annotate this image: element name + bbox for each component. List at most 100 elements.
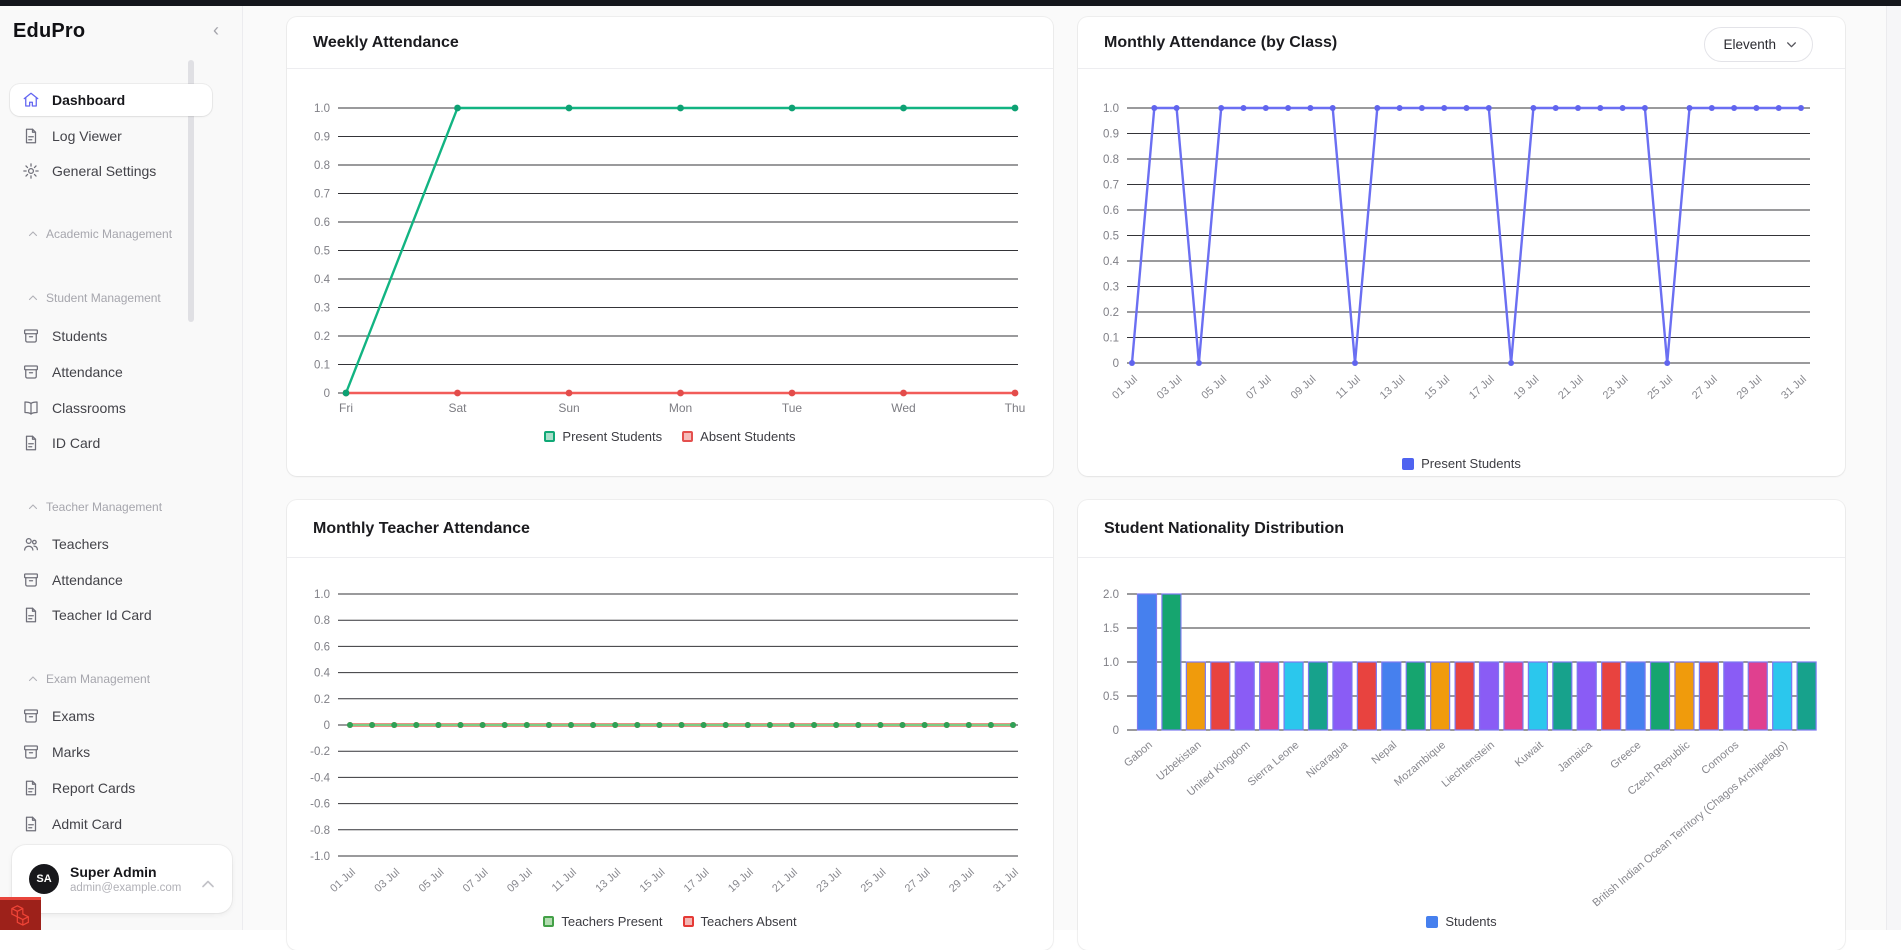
gear-icon — [22, 162, 40, 180]
sidebar-item-attendance[interactable]: Attendance — [10, 356, 212, 388]
sidebar-item-teacher-id-card[interactable]: Teacher Id Card — [10, 599, 212, 631]
svg-text:11 Jul: 11 Jul — [550, 866, 579, 894]
svg-text:0: 0 — [1113, 358, 1119, 370]
window-scrollbar[interactable] — [1886, 6, 1901, 930]
sidebar-section-label: Exam Management — [46, 672, 151, 686]
weekly-attendance-chart: 1.0 0.9 0.8 0.7 0.6 0.5 0.4 0.3 0.2 0.1 0 Fri Sat Sun… — [287, 69, 1053, 476]
svg-text:-1.0: -1.0 — [310, 851, 330, 863]
svg-text:25 Jul: 25 Jul — [859, 866, 889, 895]
svg-text:27 Jul: 27 Jul — [1690, 373, 1720, 402]
svg-text:0.5: 0.5 — [314, 246, 330, 258]
svg-text:0.3: 0.3 — [1103, 282, 1119, 294]
legend-swatch — [1426, 915, 1439, 928]
legend-item[interactable]: Teachers Present — [543, 914, 663, 929]
sidebar-section-teacher-management[interactable]: Teacher Management — [27, 498, 162, 516]
document-icon — [22, 127, 40, 145]
laravel-debugbar-button[interactable] — [0, 897, 41, 930]
svg-text:Kuwait: Kuwait — [1513, 739, 1546, 769]
sidebar-item-exams[interactable]: Exams — [10, 700, 212, 732]
avatar: SA — [29, 864, 59, 894]
svg-text:0: 0 — [1113, 725, 1119, 737]
svg-text:21 Jul: 21 Jul — [1556, 373, 1586, 402]
weekly-attendance-card: Weekly Attendance 1.0 0.9 0.8 0.7 0.6 0.5 0.4 0… — [287, 17, 1053, 476]
svg-text:0.2: 0.2 — [314, 331, 330, 343]
sidebar-section-exam-management[interactable]: Exam Management — [27, 670, 150, 688]
svg-text:0.9: 0.9 — [314, 132, 330, 144]
sidebar-item-label: Students — [52, 328, 108, 344]
svg-text:1.0: 1.0 — [1103, 657, 1119, 669]
svg-text:0.2: 0.2 — [1103, 307, 1119, 319]
svg-text:-0.2: -0.2 — [310, 746, 330, 758]
class-filter-dropdown[interactable]: Eleventh — [1704, 27, 1813, 62]
svg-text:0.7: 0.7 — [314, 189, 330, 201]
sidebar-collapse-icon[interactable]: ‹ — [205, 20, 227, 42]
svg-text:-0.8: -0.8 — [310, 825, 330, 837]
sidebar-item-label: Log Viewer — [52, 128, 122, 144]
svg-text:07 Jul: 07 Jul — [461, 866, 491, 895]
document-icon — [22, 815, 40, 833]
users-icon — [22, 535, 40, 553]
archive-icon — [22, 327, 40, 345]
sidebar-item-marks[interactable]: Marks — [10, 736, 212, 768]
legend-label: Teachers Absent — [700, 914, 797, 929]
monthly-teacher-attendance-card: Monthly Teacher Attendance 1.0 0.8 0.6 0.4 0… — [287, 500, 1053, 950]
chevron-up-icon — [27, 228, 39, 240]
sidebar-item-teacher-attendance[interactable]: Attendance — [10, 564, 212, 596]
card-header: Weekly Attendance — [287, 17, 1053, 69]
sidebar-item-label: Classrooms — [52, 400, 126, 416]
monthly-attendance-chart: 1.0 0.9 0.8 0.7 0.6 0.5 0.4 0.3 0.2 0.1 0 01 Jul 03 … — [1078, 69, 1845, 476]
svg-text:0.2: 0.2 — [314, 694, 330, 706]
legend-item[interactable]: Teachers Absent — [682, 914, 797, 929]
chevron-up-icon — [27, 501, 39, 513]
sidebar-section-student-management[interactable]: Student Management — [27, 289, 161, 307]
document-icon — [22, 779, 40, 797]
sidebar-item-label: Marks — [52, 744, 91, 760]
sidebar-item-label: Teachers — [52, 536, 109, 552]
svg-text:0.8: 0.8 — [314, 160, 330, 172]
sidebar-item-students[interactable]: Students — [10, 320, 212, 352]
sidebar-item-classrooms[interactable]: Classrooms — [10, 392, 212, 424]
sidebar-item-admit-card[interactable]: Admit Card — [10, 808, 212, 840]
legend-label: Teachers Present — [561, 914, 663, 929]
sidebar-item-teachers[interactable]: Teachers — [10, 528, 212, 560]
legend-item[interactable]: Students — [1426, 914, 1497, 929]
top-bar — [0, 0, 1901, 6]
svg-text:0.4: 0.4 — [314, 274, 331, 286]
svg-text:0.4: 0.4 — [314, 668, 331, 680]
svg-text:0.9: 0.9 — [1103, 129, 1119, 141]
legend-item[interactable]: Present Students — [1402, 456, 1521, 471]
sidebar-section-academic-management[interactable]: Academic Management — [27, 225, 172, 243]
svg-text:0.6: 0.6 — [314, 217, 330, 229]
sidebar-item-report-cards[interactable]: Report Cards — [10, 772, 212, 804]
sidebar-item-general-settings[interactable]: General Settings — [10, 155, 212, 187]
sidebar-item-label: Attendance — [52, 572, 123, 588]
chart-legend: Teachers Present Teachers Absent — [287, 914, 1053, 929]
svg-text:03 Jul: 03 Jul — [372, 866, 402, 895]
svg-text:01 Jul: 01 Jul — [1110, 373, 1140, 402]
card-title: Student Nationality Distribution — [1104, 519, 1344, 537]
archive-icon — [22, 743, 40, 761]
chevron-up-icon — [27, 673, 39, 685]
sidebar-item-label: Attendance — [52, 364, 123, 380]
sidebar-item-label: Admit Card — [52, 816, 123, 832]
svg-text:Greece: Greece — [1608, 739, 1643, 771]
svg-text:Fri: Fri — [339, 401, 353, 415]
sidebar-item-log-viewer[interactable]: Log Viewer — [10, 120, 212, 152]
legend-item[interactable]: Present Students — [544, 429, 662, 444]
svg-text:25 Jul: 25 Jul — [1645, 373, 1675, 402]
legend-item[interactable]: Absent Students — [682, 429, 796, 444]
svg-text:0: 0 — [324, 388, 330, 400]
user-menu[interactable]: SA Super Admin admin@example.com — [12, 845, 232, 913]
class-filter-value: Eleventh — [1723, 37, 1776, 52]
sidebar-item-dashboard[interactable]: Dashboard — [10, 84, 212, 116]
svg-text:Sierra Leone: Sierra Leone — [1246, 739, 1302, 789]
sidebar: EduPro ‹ Dashboard Log Viewer General Se… — [0, 6, 243, 930]
laravel-icon — [10, 905, 29, 926]
svg-text:09 Jul: 09 Jul — [505, 866, 535, 895]
chevron-up-icon — [202, 875, 214, 888]
document-icon — [22, 434, 40, 452]
sidebar-item-label: Teacher Id Card — [52, 607, 152, 623]
sidebar-item-id-card[interactable]: ID Card — [10, 427, 212, 459]
svg-text:Gabon: Gabon — [1122, 739, 1155, 769]
svg-text:0: 0 — [324, 720, 330, 732]
